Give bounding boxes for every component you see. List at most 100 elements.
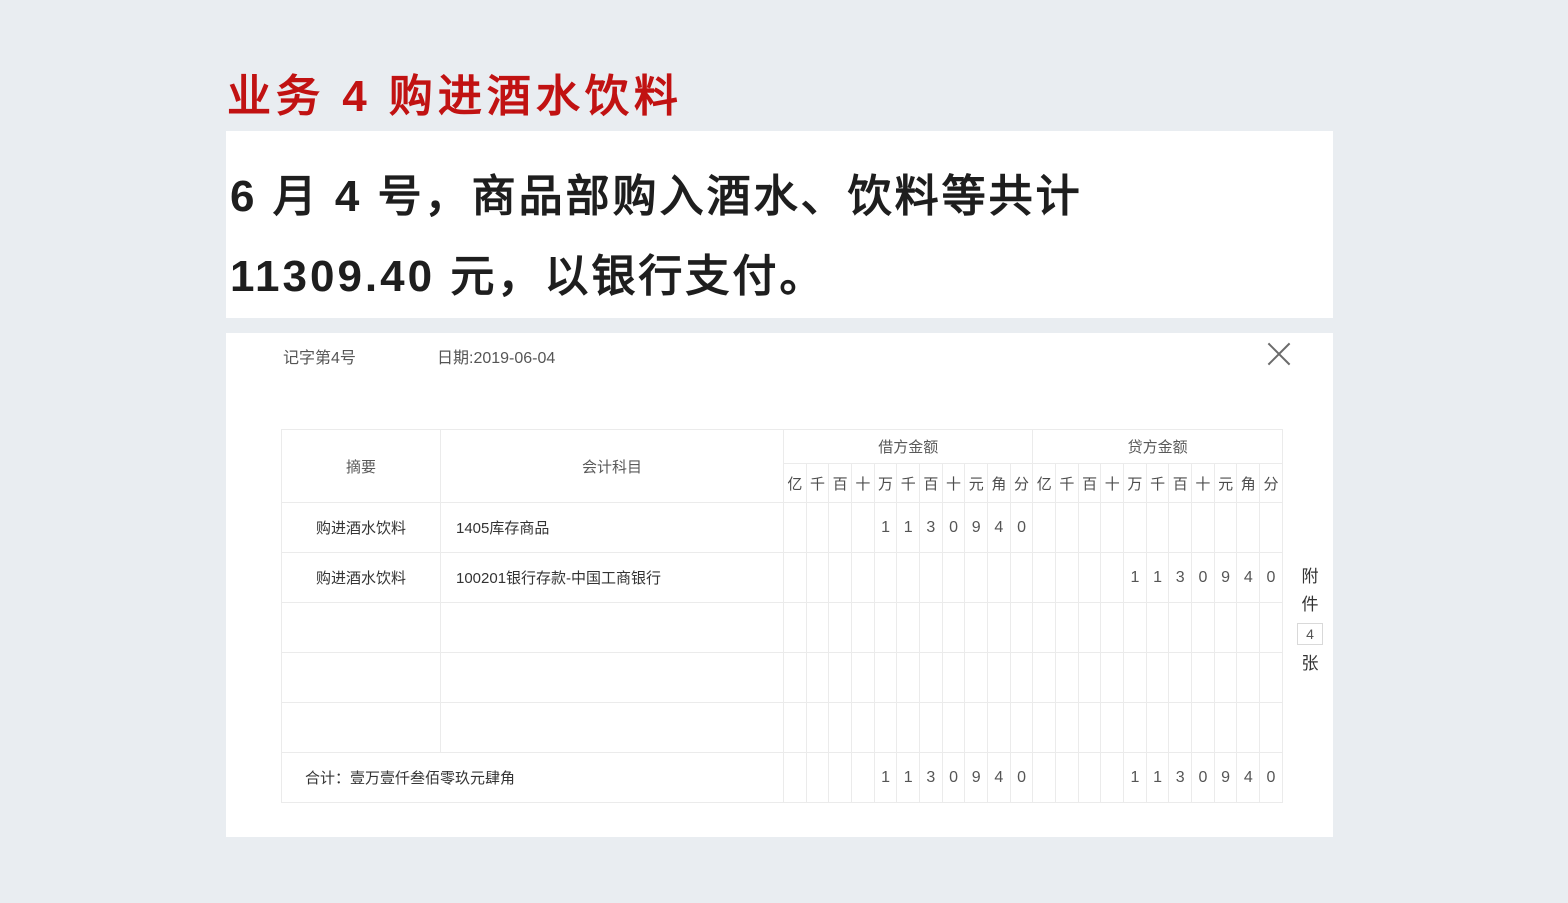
total-row: 合计：壹万壹仟叁佰零玖元肆角 1 1 3 0 9 4 0 1 1 3 0 9 4 0	[281, 752, 1283, 803]
credit-digit-cell: 0	[1191, 552, 1215, 603]
voucher-entry-row	[281, 602, 1283, 653]
credit-digit-cell	[1168, 602, 1193, 653]
credit-digit-cell	[1191, 502, 1215, 553]
debit-digit-cell	[964, 652, 989, 703]
account-column-header: 会计科目	[440, 429, 784, 503]
credit-digit-cell: 0	[1191, 752, 1215, 803]
debit-digit-cell: 0	[941, 752, 966, 803]
credit-digit-cell	[1191, 702, 1215, 753]
debit-digit-cell	[896, 652, 921, 703]
debit-digit-cell	[1009, 702, 1034, 753]
debit-digit-unit: 十	[851, 463, 875, 503]
credit-digit-cell	[1055, 702, 1079, 753]
debit-digit-cell: 0	[1009, 502, 1034, 553]
debit-digit-unit: 分	[1009, 463, 1034, 503]
credit-digit-cell	[1077, 502, 1102, 553]
close-icon[interactable]	[1265, 340, 1293, 368]
debit-digit-cell	[919, 552, 943, 603]
credit-digit-cell	[1055, 752, 1079, 803]
debit-digit-cell	[783, 602, 807, 653]
debit-digit-unit: 十	[941, 463, 966, 503]
debit-digit-cell: 1	[873, 752, 898, 803]
credit-digit-cell	[1213, 702, 1238, 753]
credit-digit-cell: 1	[1123, 752, 1147, 803]
total-label: 合计：壹万壹仟叁佰零玖元肆角	[281, 752, 784, 803]
debit-digit-cell	[873, 552, 898, 603]
debit-digit-cell	[1009, 602, 1034, 653]
credit-digit-cell	[1032, 702, 1057, 753]
debit-digit-cell	[851, 602, 875, 653]
credit-digit-cell	[1168, 702, 1193, 753]
credit-digit-cell	[1123, 502, 1147, 553]
credit-digit-cell: 4	[1236, 552, 1261, 603]
debit-digit-unit: 百	[828, 463, 853, 503]
credit-digit-cell	[1259, 652, 1283, 703]
debit-digit-cell	[851, 752, 875, 803]
voucher-entry-row: 购进酒水饮料 100201银行存款-中国工商银行 1 1 3 0 9 4 0	[281, 552, 1283, 603]
debit-digit-cell	[941, 702, 966, 753]
voucher-entry-row: 购进酒水饮料 1405库存商品 1 1 3 0 9 4 0	[281, 502, 1283, 553]
debit-digit-cell	[964, 702, 989, 753]
credit-digit-cell: 9	[1213, 752, 1238, 803]
summary-cell	[281, 702, 441, 753]
credit-digit-cell	[1168, 502, 1193, 553]
table-header-row: 摘要 会计科目 借方金额 贷方金额	[281, 429, 1283, 503]
voucher-date: 日期:2019-06-04	[437, 350, 556, 367]
credit-digit-cell	[1213, 502, 1238, 553]
credit-digit-cell	[1055, 652, 1079, 703]
debit-digit-cell	[987, 652, 1011, 703]
debit-digit-cell	[919, 602, 943, 653]
credit-digit-unit: 千	[1145, 463, 1170, 503]
debit-digit-cell	[828, 502, 853, 553]
debit-digit-cell: 9	[964, 502, 989, 553]
debit-digit-cell	[828, 752, 853, 803]
account-cell	[440, 652, 784, 703]
credit-digit-cell	[1100, 652, 1125, 703]
credit-digit-unit: 千	[1055, 463, 1079, 503]
credit-digit-cell	[1259, 602, 1283, 653]
debit-digit-cell	[851, 552, 875, 603]
debit-digit-cell: 1	[896, 752, 921, 803]
credit-digit-cell: 0	[1259, 752, 1283, 803]
debit-digit-cell: 1	[873, 502, 898, 553]
credit-digit-unit: 亿	[1032, 463, 1057, 503]
debit-digit-unit: 元	[964, 463, 989, 503]
debit-digit-cell	[987, 602, 1011, 653]
credit-digit-cell	[1191, 602, 1215, 653]
voucher-modal: 记字第4号 日期:2019-06-04 摘要 会计科目 借方金额 贷方金额 亿千…	[226, 333, 1333, 837]
credit-group-header: 贷方金额	[1032, 429, 1283, 464]
debit-digit-cell	[783, 752, 807, 803]
debit-digit-cell	[805, 552, 830, 603]
attachment-label-2: 件	[1301, 595, 1319, 614]
credit-digit-unit: 十	[1191, 463, 1215, 503]
debit-digit-cell	[805, 652, 830, 703]
debit-digit-cell: 3	[919, 502, 943, 553]
credit-digit-unit: 百	[1168, 463, 1193, 503]
credit-digit-cell	[1145, 702, 1170, 753]
debit-digit-cell	[805, 702, 830, 753]
description-card: 6 月 4 号，商品部购入酒水、饮料等共计 11309.40 元，以银行支付。	[226, 131, 1333, 318]
credit-digit-cell	[1077, 552, 1102, 603]
debit-digit-cell	[1009, 652, 1034, 703]
attachment-count-input[interactable]: 4	[1297, 623, 1323, 645]
account-cell	[440, 702, 784, 753]
credit-digit-cell: 9	[1213, 552, 1238, 603]
debit-digit-cell	[873, 652, 898, 703]
credit-digit-unit: 百	[1077, 463, 1102, 503]
credit-digit-cell	[1100, 502, 1125, 553]
credit-digit-cell	[1123, 702, 1147, 753]
debit-digit-cell	[783, 702, 807, 753]
description-line-1: 6 月 4 号，商品部购入酒水、饮料等共计	[230, 172, 1083, 221]
credit-digit-cell	[1145, 652, 1170, 703]
credit-digit-cell: 3	[1168, 552, 1193, 603]
debit-digit-cell	[941, 552, 966, 603]
credit-digit-cell	[1259, 502, 1283, 553]
credit-digit-cell	[1055, 502, 1079, 553]
credit-digit-cell	[1100, 602, 1125, 653]
debit-digit-unit: 亿	[783, 463, 807, 503]
credit-digit-cell	[1100, 752, 1125, 803]
summary-column-header: 摘要	[281, 429, 441, 503]
summary-cell: 购进酒水饮料	[281, 552, 441, 603]
debit-digit-cell	[873, 702, 898, 753]
debit-digit-cell: 3	[919, 752, 943, 803]
